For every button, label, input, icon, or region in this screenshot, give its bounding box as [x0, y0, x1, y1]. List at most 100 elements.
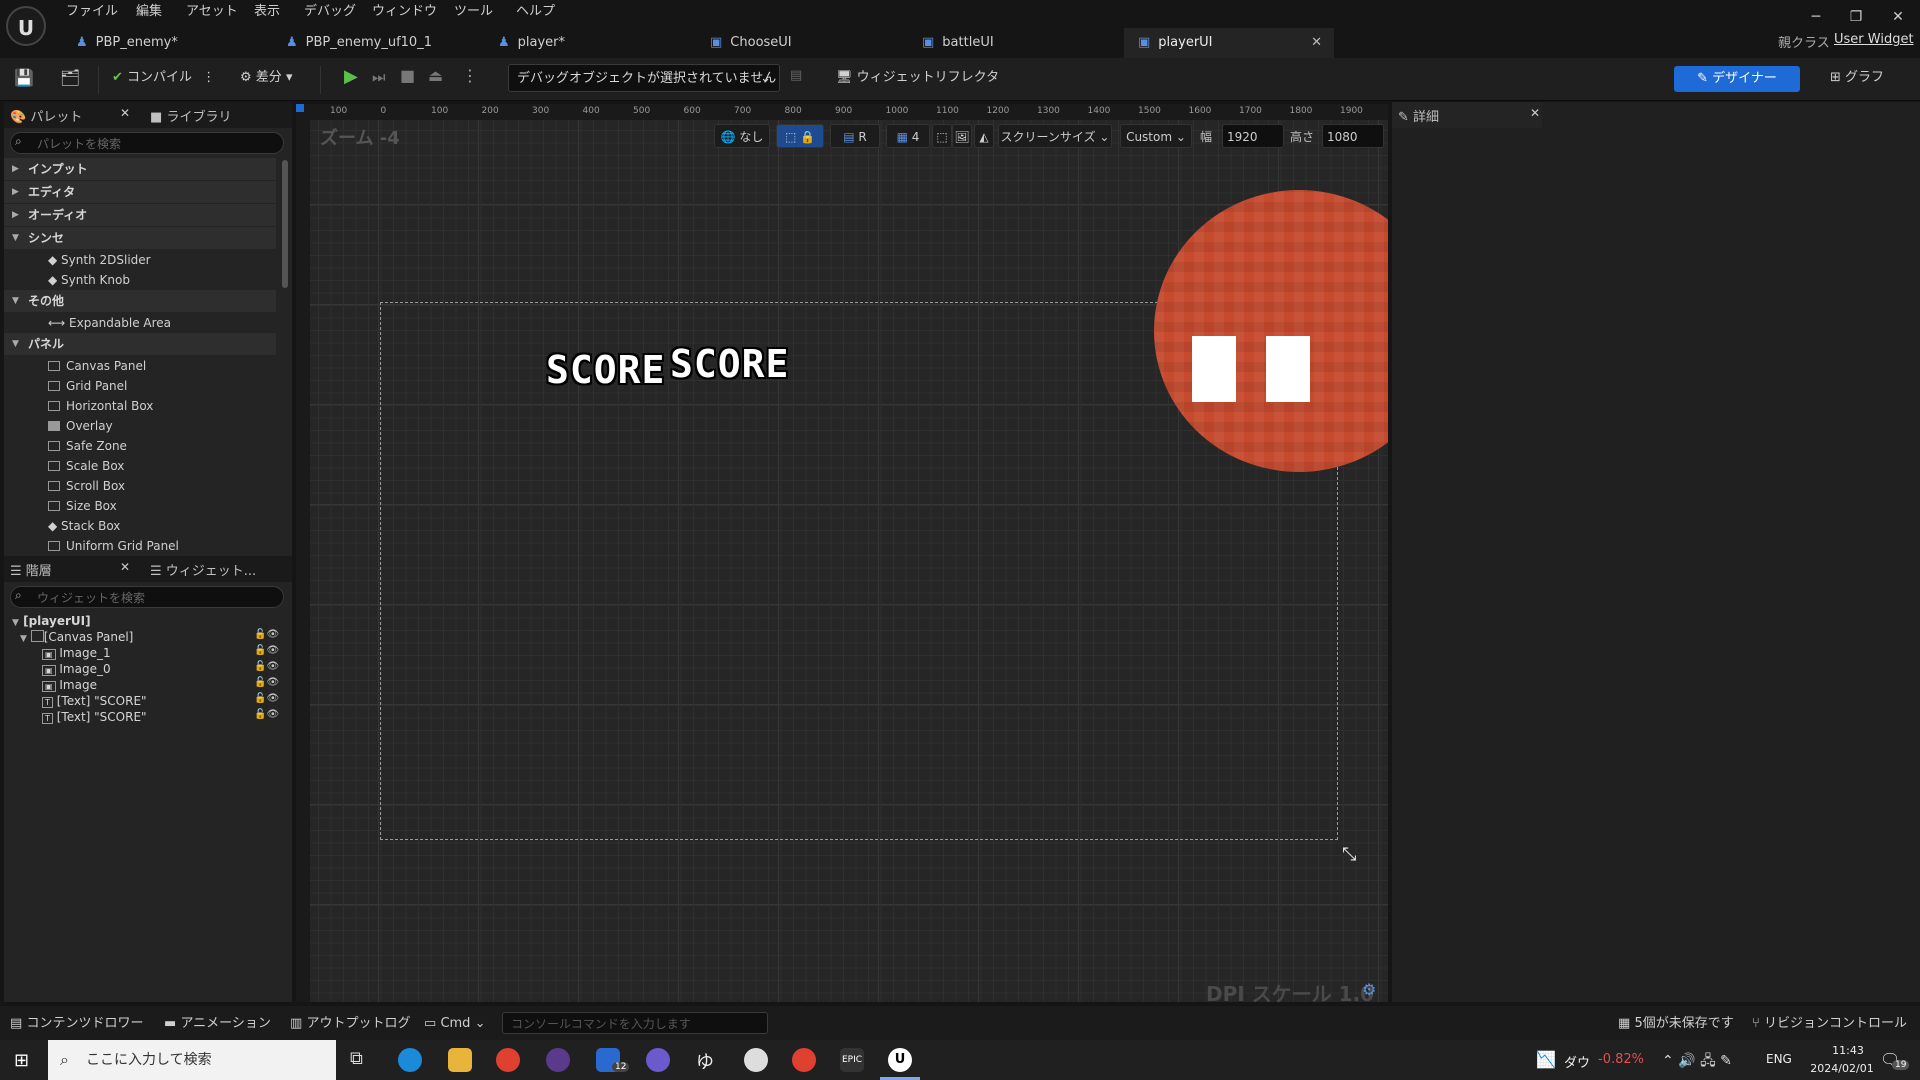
debug-object-select[interactable]: デバッグオブジェクトが選択されていません ⌄ — [508, 64, 780, 92]
widget-reflector-button[interactable]: 🖥 ウィジェットリフレクタ — [836, 66, 999, 90]
hierarchy-text-score-1[interactable]: T [Text] "SCORE" — [42, 693, 147, 709]
width-input[interactable]: 1920 — [1222, 124, 1284, 148]
category-editor[interactable]: ▶ エディタ — [4, 181, 276, 203]
palette-item-size-box[interactable]: Size Box — [48, 496, 117, 516]
score-text-1[interactable]: SCORE — [546, 348, 665, 392]
edge-icon[interactable] — [398, 1048, 422, 1072]
animation-button[interactable]: ▬ アニメーション — [164, 1014, 271, 1034]
close-hierarchy-icon[interactable]: ✕ — [120, 560, 130, 574]
clock-time[interactable]: 11:43 — [1818, 1044, 1878, 1057]
palette-item-expandable-area[interactable]: ⟷ Expandable Area — [48, 313, 171, 333]
hierarchy-root[interactable]: ▼ [playerUI] — [12, 613, 91, 629]
restore-icon[interactable]: ❐ — [1840, 6, 1872, 28]
tab-details[interactable]: ✎ 詳細 — [1398, 106, 1439, 125]
tab-pbp-enemy[interactable]: ♟ PBP_enemy* — [62, 28, 272, 58]
chrome-profile-icon[interactable] — [792, 1048, 816, 1072]
menu-view[interactable]: 表示 — [254, 2, 280, 22]
tab-widget[interactable]: ☰ ウィジェット... — [150, 560, 256, 579]
diff-button[interactable]: ⚙ 差分 ▾ — [240, 66, 292, 90]
palette-item-uniform-grid-panel[interactable]: Uniform Grid Panel — [48, 536, 179, 552]
custom-size-dropdown[interactable]: Custom ⌄ — [1120, 124, 1192, 148]
outline-icon[interactable]: ⬚ — [932, 124, 952, 148]
lock-eye-icon[interactable]: 🔓👁 — [254, 709, 279, 720]
lock-eye-icon[interactable]: 🔓👁 — [254, 645, 279, 656]
compile-button[interactable]: ✔ コンパイル ⋮ — [112, 66, 215, 90]
menu-debug[interactable]: デバッグ — [304, 2, 356, 22]
category-audio[interactable]: ▶ オーディオ — [4, 204, 276, 226]
lock-button[interactable]: ⬚ 🔒 — [776, 124, 824, 148]
menu-edit[interactable]: 編集 — [136, 2, 162, 22]
palette-item-stack-box[interactable]: ◆ Stack Box — [48, 516, 120, 536]
clock-date[interactable]: 2024/02/01 — [1802, 1062, 1882, 1075]
more-options-icon[interactable]: ⋮ — [462, 66, 478, 85]
task-view-icon[interactable]: ⧉ — [350, 1048, 363, 1069]
localization-button[interactable]: 🌐 なし — [714, 124, 770, 148]
tab-chooseui[interactable]: ▣ ChooseUI — [696, 28, 908, 58]
parent-class-link[interactable]: User Widget — [1834, 32, 1914, 47]
ime-icon[interactable]: ゆ — [696, 1048, 714, 1074]
menu-file[interactable]: ファイル — [66, 2, 118, 22]
discord-icon[interactable] — [646, 1048, 670, 1072]
tab-playerui[interactable]: ▣ playerUI ✕ — [1124, 28, 1334, 58]
height-input[interactable]: 1080 — [1322, 124, 1384, 148]
palette-scrollbar[interactable] — [282, 160, 288, 288]
stock-label[interactable]: ダウ — [1564, 1052, 1590, 1071]
screen-size-dropdown[interactable]: スクリーンサイズ ⌄ — [998, 124, 1112, 148]
eject-icon[interactable]: ⏏ — [428, 66, 443, 85]
output-log-button[interactable]: ▥ アウトプットログ — [290, 1014, 410, 1034]
console-input[interactable]: コンソールコマンドを入力します — [502, 1012, 768, 1034]
close-palette-icon[interactable]: ✕ — [120, 106, 130, 120]
save-icon[interactable]: 💾 — [14, 68, 34, 87]
minimize-icon[interactable]: ─ — [1800, 6, 1832, 28]
lock-eye-icon[interactable]: 🔓👁 — [254, 629, 279, 640]
palette-item-synth-2dslider[interactable]: ◆ Synth 2DSlider — [48, 250, 151, 270]
palette-item-grid-panel[interactable]: Grid Panel — [48, 376, 127, 396]
unsaved-button[interactable]: ▦ 5個が未保存です — [1618, 1014, 1734, 1034]
language-indicator[interactable]: ENG — [1766, 1052, 1792, 1066]
chrome-icon[interactable] — [496, 1048, 520, 1072]
menu-help[interactable]: ヘルプ — [516, 2, 555, 22]
close-window-icon[interactable]: ✕ — [1882, 6, 1914, 28]
tab-battleui[interactable]: ▣ battleUI — [908, 28, 1120, 58]
category-other[interactable]: ▼ その他 — [4, 290, 276, 312]
stop-icon[interactable]: ■ — [400, 66, 415, 85]
palette-item-horizontal-box[interactable]: Horizontal Box — [48, 396, 153, 416]
category-input[interactable]: ▶ インプット — [4, 158, 276, 180]
tab-player[interactable]: ♟ player* — [484, 28, 696, 58]
menu-tools[interactable]: ツール — [454, 2, 493, 22]
image-icon[interactable]: 🖼 — [952, 124, 972, 148]
tab-palette[interactable]: 🎨 パレット — [10, 106, 82, 125]
tab-pbp-enemy-uf10[interactable]: ♟ PBP_enemy_uf10_1 — [272, 28, 484, 58]
graph-button[interactable]: ⊞ グラフ — [1830, 66, 1884, 90]
lock-eye-icon[interactable]: 🔓👁 — [254, 693, 279, 704]
tab-library[interactable]: ■ ライブラリ — [150, 106, 231, 125]
respect-locks-button[interactable]: ▤ R — [830, 124, 880, 148]
close-details-icon[interactable]: ✕ — [1530, 106, 1540, 120]
lock-eye-icon[interactable]: 🔓👁 — [254, 661, 279, 672]
tray-icons[interactable]: ⌃ 🔊 🖧 ✎ — [1662, 1050, 1732, 1074]
taskbar-search-input[interactable]: ここに入力して検索 — [48, 1040, 336, 1080]
app-icon[interactable] — [744, 1048, 768, 1072]
widget-search-input[interactable]: ウィジェットを検索 — [10, 586, 284, 608]
cmd-dropdown[interactable]: ▭ Cmd ⌄ — [424, 1014, 485, 1034]
debug-filter-icon[interactable]: ▤ — [790, 68, 802, 83]
palette-item-canvas-panel[interactable]: Canvas Panel — [48, 356, 146, 376]
unreal-logo-icon[interactable]: U — [6, 6, 46, 46]
hierarchy-text-score-2[interactable]: T [Text] "SCORE" — [42, 709, 147, 725]
menu-asset[interactable]: アセット — [186, 2, 238, 22]
browse-icon[interactable]: 🗂 — [60, 68, 80, 87]
tab-hierarchy[interactable]: ☰ 階層 — [10, 560, 52, 579]
category-synth[interactable]: ▼ シンセ — [4, 227, 276, 249]
windows-start-icon[interactable]: ⊞ — [14, 1050, 29, 1071]
content-drawer-button[interactable]: ▤ コンテンツドロワー — [10, 1014, 143, 1034]
lock-eye-icon[interactable]: 🔓👁 — [254, 677, 279, 688]
palette-item-scale-box[interactable]: Scale Box — [48, 456, 124, 476]
score-text-2[interactable]: SCORE — [670, 342, 789, 386]
close-tab-icon[interactable]: ✕ — [1311, 28, 1322, 58]
epic-games-icon[interactable]: EPIC — [840, 1048, 864, 1072]
palette-item-scroll-box[interactable]: Scroll Box — [48, 476, 125, 496]
palette-item-safe-zone[interactable]: Safe Zone — [48, 436, 127, 456]
menu-window[interactable]: ウィンドウ — [372, 2, 437, 22]
palette-item-overlay[interactable]: Overlay — [48, 416, 113, 436]
dpi-settings-icon[interactable]: ⚙ — [1362, 980, 1376, 999]
